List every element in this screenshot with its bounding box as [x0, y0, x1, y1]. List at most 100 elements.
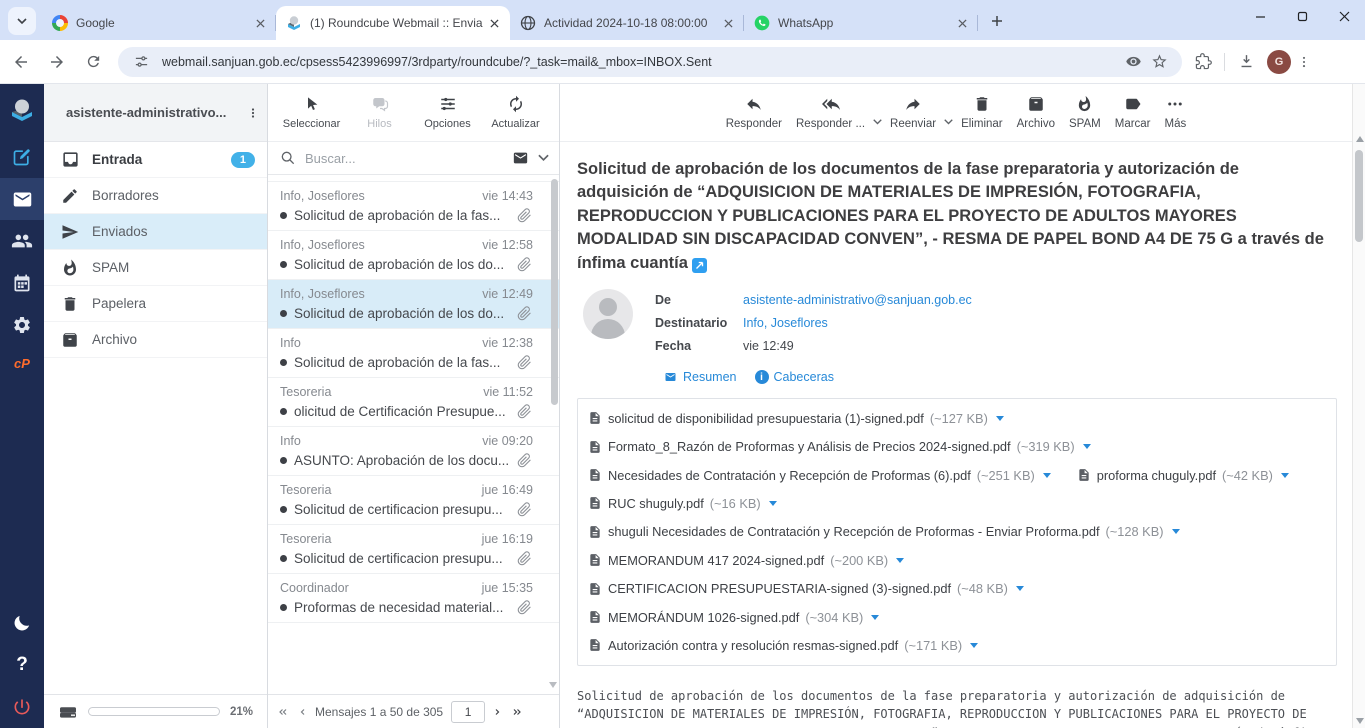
attachment-menu-icon[interactable] — [769, 501, 777, 506]
dark-mode-button[interactable] — [0, 602, 44, 644]
last-page-button[interactable] — [510, 706, 524, 718]
help-button[interactable]: ? — [0, 644, 44, 686]
list-item[interactable]: Coordinadorjue 15:35 Proformas de necesi… — [268, 574, 559, 623]
attachment-menu-icon[interactable] — [996, 416, 1004, 421]
tab-roundcube[interactable]: (1) Roundcube Webmail :: Envia — [276, 6, 510, 40]
tab-search-button[interactable] — [8, 7, 36, 35]
compose-button[interactable] — [0, 136, 44, 178]
list-item[interactable]: Info, Josefloresvie 12:58 Solicitud de a… — [268, 231, 559, 280]
maximize-button[interactable] — [1281, 0, 1323, 32]
more-button[interactable]: Más — [1165, 93, 1187, 130]
attachment-item[interactable]: RUC shuguly.pdf(~16 KB) — [588, 495, 777, 511]
forward-button[interactable] — [42, 47, 72, 77]
page-input[interactable] — [451, 701, 485, 723]
search-input[interactable] — [305, 151, 511, 166]
reply-all-button[interactable]: Responder ... — [796, 93, 865, 130]
profile-avatar[interactable]: G — [1267, 50, 1291, 74]
rail-item-contacts[interactable] — [0, 220, 44, 262]
delete-button[interactable]: Eliminar — [961, 93, 1003, 130]
attachment-menu-icon[interactable] — [1172, 529, 1180, 534]
folder-item-enviados[interactable]: Enviados — [44, 214, 267, 250]
prev-page-button[interactable] — [298, 706, 307, 718]
mark-button[interactable]: Marcar — [1115, 93, 1151, 130]
attachment-menu-icon[interactable] — [1083, 444, 1091, 449]
to-recipients[interactable]: Info, Joseflores — [743, 312, 828, 335]
folder-menu-icon[interactable] — [247, 105, 259, 121]
list-item[interactable]: Infovie 09:20 ASUNTO: Aprobación de los … — [268, 427, 559, 476]
archive-button[interactable]: Archivo — [1017, 93, 1055, 130]
minimize-button[interactable] — [1239, 0, 1281, 32]
tab-google[interactable]: Google — [42, 6, 276, 40]
address-bar[interactable]: webmail.sanjuan.gob.ec/cpsess5423996997/… — [118, 47, 1182, 77]
folder-item-borradores[interactable]: Borradores — [44, 178, 267, 214]
list-scroll-down-icon[interactable] — [549, 682, 557, 688]
attachment-menu-icon[interactable] — [1281, 473, 1289, 478]
external-link-icon[interactable] — [692, 258, 707, 273]
list-item[interactable]: Infovie 12:38 Solicitud de aprobación de… — [268, 329, 559, 378]
attachment-item[interactable]: MEMORÁNDUM 1026-signed.pdf(~304 KB) — [588, 609, 879, 625]
attachment-item[interactable]: proforma chuguly.pdf(~42 KB) — [1077, 467, 1289, 483]
attachment-item[interactable]: Formato_8_Razón de Proformas y Análisis … — [588, 439, 1091, 455]
attachment-item[interactable]: Necesidades de Contratación y Recepción … — [588, 467, 1051, 483]
scroll-up-icon[interactable] — [1356, 136, 1364, 142]
close-window-button[interactable] — [1323, 0, 1365, 32]
spam-button[interactable]: SPAM — [1069, 93, 1101, 130]
attachment-menu-icon[interactable] — [970, 643, 978, 648]
attachment-item[interactable]: Autorización contra y resolución resmas-… — [588, 637, 978, 653]
reload-button[interactable] — [78, 47, 108, 77]
attachment-menu-icon[interactable] — [1016, 586, 1024, 591]
next-page-button[interactable] — [493, 706, 502, 718]
site-settings-icon[interactable] — [128, 49, 154, 75]
first-page-button[interactable] — [276, 706, 290, 718]
list-item[interactable]: Tesoreriavie 11:52 olicitud de Certifica… — [268, 378, 559, 427]
options-button[interactable]: Opciones — [419, 93, 477, 130]
search-scope-mail-icon[interactable] — [511, 150, 530, 166]
list-item[interactable]: Solicitud de aprobación de la fas... — [268, 175, 559, 182]
attachment-item[interactable]: solicitud de disponibilidad presupuestar… — [588, 410, 1004, 426]
headers-link[interactable]: iCabeceras — [755, 370, 834, 384]
tab-actividad[interactable]: Actividad 2024-10-18 08:00:00 — [510, 6, 744, 40]
list-item[interactable]: Info, Josefloresvie 14:43 Solicitud de a… — [268, 182, 559, 231]
search-options-chevron-icon[interactable] — [538, 154, 549, 162]
rail-item-settings[interactable] — [0, 304, 44, 346]
from-address[interactable]: asistente-administrativo@sanjuan.gob.ec — [743, 289, 972, 312]
select-button[interactable]: Seleccionar — [283, 93, 341, 130]
scroll-down-icon[interactable] — [1356, 718, 1364, 724]
attachment-menu-icon[interactable] — [896, 558, 904, 563]
tab-whatsapp[interactable]: WhatsApp — [744, 6, 978, 40]
attachment-item[interactable]: MEMORANDUM 417 2024-signed.pdf(~200 KB) — [588, 552, 904, 568]
refresh-button[interactable]: Actualizar — [487, 93, 545, 130]
summary-link[interactable]: Resumen — [663, 370, 737, 384]
close-tab-icon[interactable] — [954, 15, 970, 31]
rail-item-mail[interactable] — [0, 178, 44, 220]
extensions-icon[interactable] — [1190, 49, 1216, 75]
folder-item-spam[interactable]: SPAM — [44, 250, 267, 286]
content-scrollbar[interactable] — [1352, 84, 1365, 728]
attachment-menu-icon[interactable] — [871, 615, 879, 620]
folder-item-archivo[interactable]: Archivo — [44, 322, 267, 358]
attachment-item[interactable]: shuguli Necesidades de Contratación y Re… — [588, 524, 1180, 540]
attachment-item[interactable]: CERTIFICACION PRESUPUESTARIA-signed (3)-… — [588, 581, 1024, 597]
close-tab-icon[interactable] — [486, 15, 502, 31]
list-item-selected[interactable]: Info, Josefloresvie 12:49 Solicitud de a… — [268, 280, 559, 329]
reply-button[interactable]: Responder — [726, 93, 782, 130]
download-icon[interactable] — [1233, 49, 1259, 75]
browser-menu-icon[interactable] — [1291, 49, 1317, 75]
back-button[interactable] — [6, 47, 36, 77]
rail-item-cpanel[interactable]: cP — [0, 346, 44, 380]
list-item[interactable]: Tesoreriajue 16:49 Solicitud de certific… — [268, 476, 559, 525]
rail-item-calendar[interactable] — [0, 262, 44, 304]
folder-item-entrada[interactable]: Entrada 1 — [44, 142, 267, 178]
close-tab-icon[interactable] — [252, 15, 268, 31]
forward-menu-icon[interactable] — [944, 109, 953, 125]
preview-icon[interactable] — [1120, 49, 1146, 75]
folder-item-papelera[interactable]: Papelera — [44, 286, 267, 322]
list-item[interactable]: Tesoreriajue 16:19 Solicitud de certific… — [268, 525, 559, 574]
bookmark-star-icon[interactable] — [1146, 49, 1172, 75]
forward-button[interactable]: Reenviar — [890, 93, 936, 130]
content-scrollbar-thumb[interactable] — [1355, 150, 1363, 242]
new-tab-button[interactable] — [984, 8, 1010, 34]
threads-button[interactable]: Hilos — [351, 93, 409, 130]
close-tab-icon[interactable] — [720, 15, 736, 31]
list-scrollbar-thumb[interactable] — [551, 179, 558, 405]
